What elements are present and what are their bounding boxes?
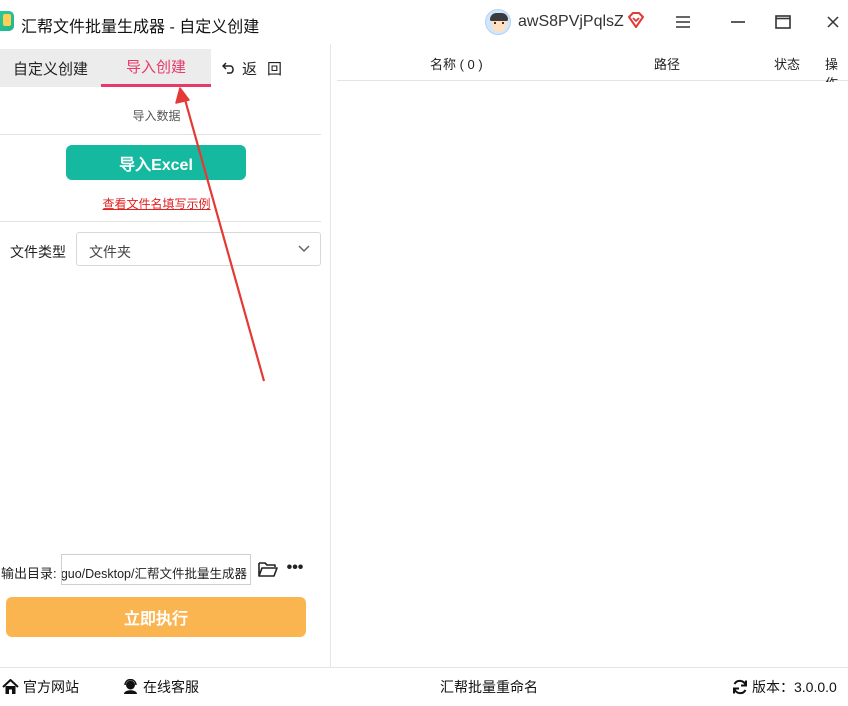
tab-import-create[interactable]: 导入创建: [101, 49, 211, 87]
back-button[interactable]: 返回: [222, 49, 302, 87]
user-avatar[interactable]: [485, 9, 511, 35]
divider: [0, 221, 321, 222]
window-title: 汇帮文件批量生成器 - 自定义创建: [21, 19, 260, 36]
tab-custom-create[interactable]: 自定义创建: [0, 49, 101, 87]
minimize-icon[interactable]: [726, 10, 750, 34]
file-type-label: 文件类型: [10, 244, 66, 260]
column-header-path: 路径: [654, 57, 681, 72]
version-info[interactable]: 版本：3.0.0.0: [732, 677, 837, 697]
folder-open-icon[interactable]: [258, 560, 278, 578]
close-icon[interactable]: [821, 10, 845, 34]
chevron-down-icon: [298, 245, 310, 253]
file-type-value: 文件夹: [89, 244, 131, 260]
title-bar: 汇帮文件批量生成器 - 自定义创建 awS8PVjPqlsZ: [0, 0, 848, 44]
output-dir-input[interactable]: guo/Desktop/汇帮文件批量生成器: [61, 554, 251, 585]
file-type-select[interactable]: 文件夹: [76, 232, 321, 266]
file-list-table: [337, 82, 848, 667]
avatar-hair: [490, 13, 508, 21]
avatar-eyes: [494, 22, 504, 24]
username[interactable]: awS8PVjPqlsZ: [518, 13, 624, 31]
official-website-label: 官方网站: [23, 679, 79, 695]
run-now-button[interactable]: 立即执行: [6, 597, 306, 637]
more-options-icon[interactable]: •••: [286, 559, 304, 577]
online-service-link[interactable]: 在线客服: [122, 677, 199, 697]
import-excel-button[interactable]: 导入Excel: [66, 145, 246, 180]
panel-separator: [330, 44, 331, 667]
tab-bar: 自定义创建 导入创建 返回: [0, 49, 321, 91]
maximize-icon[interactable]: [771, 10, 795, 34]
app-logo-icon: [0, 11, 14, 31]
back-label: 返回: [242, 60, 293, 78]
back-arrow-icon: [222, 62, 234, 74]
footer-bar: 官方网站 在线客服 汇帮批量重命名 版本：3.0.0.0: [0, 667, 848, 706]
filename-example-link[interactable]: 查看文件名填写示例: [0, 195, 313, 212]
online-service-label: 在线客服: [143, 679, 199, 695]
menu-icon[interactable]: [671, 10, 695, 34]
left-panel: 自定义创建 导入创建 返回 导入数据 导入Excel 查看文件名填写示例 文件类…: [0, 44, 321, 660]
refresh-icon: [733, 679, 747, 695]
output-dir-path: guo/Desktop/汇帮文件批量生成器: [61, 567, 247, 581]
home-icon: [2, 679, 19, 694]
official-website-link[interactable]: 官方网站: [2, 677, 79, 697]
column-header-status: 状态: [774, 57, 801, 72]
customer-service-icon: [124, 679, 137, 694]
vip-diamond-icon[interactable]: [627, 12, 645, 28]
import-data-label: 导入数据: [132, 109, 181, 123]
output-dir-label: 输出目录:: [1, 566, 57, 581]
version-label: 版本：3.0.0.0: [752, 679, 837, 695]
divider: [0, 134, 321, 135]
column-header-name: 名称 ( 0 ): [430, 57, 483, 72]
batch-rename-link[interactable]: 汇帮批量重命名: [440, 677, 538, 697]
table-header: 名称 ( 0 ) 路径 状态 操作: [337, 44, 848, 91]
